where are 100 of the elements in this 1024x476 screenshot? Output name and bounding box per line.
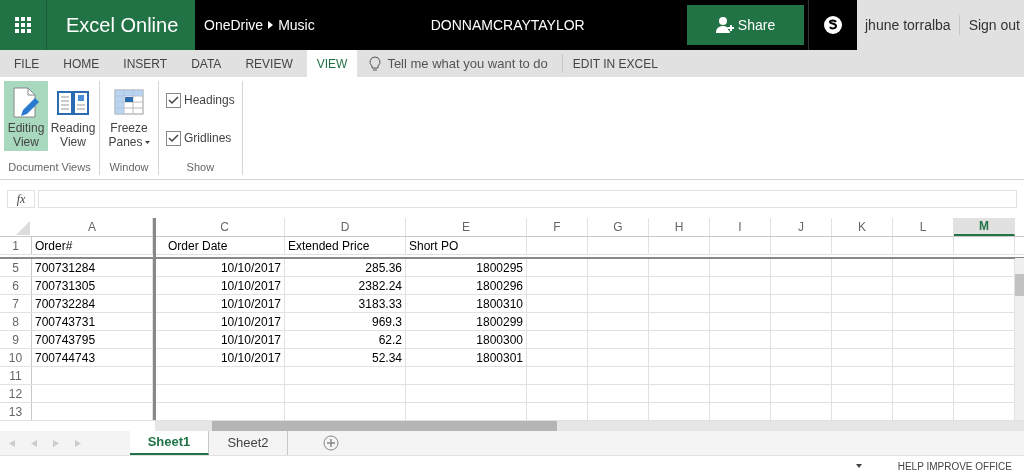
table-cell-text: 285.36 [365,259,402,277]
row-header[interactable]: 13 [0,403,32,420]
row-header[interactable]: 11 [0,367,32,384]
skype-icon [823,15,843,35]
table-cell-text: 1800301 [476,349,523,367]
file-title: DONNAMCRAYTAYLOR [430,15,585,35]
breadcrumb-link[interactable]: Music [278,14,315,36]
table-cell-text: Order Date [168,237,228,255]
formula-input[interactable] [38,190,1017,208]
checkbox-option[interactable]: Headings [166,91,235,109]
table-cell-text: Extended Price [288,237,370,255]
sign-out-link[interactable]: Sign out [959,14,1020,36]
ribbon-button[interactable]: Reading View [51,81,95,151]
page-pencil-icon [11,86,41,120]
user-name[interactable]: jhune torralba [857,14,959,36]
row-header[interactable]: 1 [0,237,32,254]
breadcrumb-link[interactable]: OneDrive [204,14,264,36]
dropdown-caret-icon[interactable] [855,464,862,468]
table-cell-text: 10/10/2017 [220,331,281,349]
column-header[interactable]: E [406,218,527,236]
table-cell-text: 1800296 [476,277,523,295]
row-header[interactable]: 9 [0,331,32,348]
vertical-scrollbar-thumb[interactable] [1015,274,1024,296]
sheet-tab[interactable]: Sheet2 [209,431,288,455]
ribbon-tab[interactable]: DATA [181,50,232,77]
row-header[interactable]: 10 [0,349,32,366]
ribbon-tab[interactable]: REVIEW [235,50,303,77]
table-cell-text: 1800300 [476,331,523,349]
freeze-pane-divider[interactable] [153,218,156,420]
dropdown-caret-icon [144,141,150,145]
column-header[interactable]: J [771,218,832,236]
table-cell-text: 700744743 [35,349,96,367]
column-header[interactable]: G [588,218,649,236]
group-label: Window [108,159,150,175]
sheet-nav-icon[interactable] [31,439,37,447]
checkbox[interactable] [166,92,181,108]
lightbulb-icon [369,55,382,72]
checkmark-icon [168,95,179,105]
row-header[interactable]: 12 [0,385,32,402]
app-launcher[interactable] [0,0,46,50]
add-person-icon [715,17,734,33]
share-button[interactable]: Share [687,5,804,45]
ribbon-tab[interactable]: INSERT [113,50,178,77]
table-cell-text: 10/10/2017 [220,277,281,295]
table-cell-text: Short PO [409,237,459,255]
open-book-icon [56,88,90,118]
table-cell-text: 10/10/2017 [220,295,281,313]
sheet-nav-icon[interactable] [75,439,81,447]
table-cell-text: 700731305 [35,277,96,295]
waffle-icon [15,17,31,33]
ribbon-button[interactable]: Editing View [4,81,48,151]
table-cell-text: 2382.24 [358,277,402,295]
checkmark-icon [168,133,179,143]
checkbox-option[interactable]: Gridlines [166,129,235,147]
function-label: fx [16,191,26,208]
table-cell-text: 700731284 [35,259,96,277]
table-cell-text: 62.2 [378,331,402,349]
column-header[interactable]: D [285,218,406,236]
group-label: Document Views [7,159,92,175]
help-improve-link[interactable]: HELP IMPROVE OFFICE [897,458,1012,474]
tell-me-field[interactable]: Tell me what you want to do [369,54,563,73]
table-cell-text: 969.3 [371,313,402,331]
table-cell-text: 10/10/2017 [220,313,281,331]
table-cell-text: 52.34 [371,349,402,367]
table-cell-text: 10/10/2017 [220,259,281,277]
ribbon-tab[interactable]: HOME [53,50,110,77]
checkbox[interactable] [166,130,181,146]
frozen-grid-icon [114,89,144,117]
ribbon-tab[interactable]: VIEW [306,50,358,77]
sheet-nav-icon[interactable] [53,439,59,447]
table-cell-text: 1800295 [476,259,523,277]
table-cell-text: 700743731 [35,313,96,331]
table-cell-text: 3183.33 [358,295,402,313]
table-cell-text: Order# [35,237,73,255]
select-all-corner-icon[interactable] [16,221,30,235]
table-cell-text: 1800299 [476,313,523,331]
sheet-tab[interactable]: Sheet1 [130,431,209,455]
row-header[interactable]: 7 [0,295,32,312]
add-sheet-icon[interactable] [323,435,339,451]
group-label: Show [185,159,216,175]
row-header[interactable]: 6 [0,277,32,294]
column-header[interactable]: K [832,218,893,236]
row-header[interactable]: 5 [0,259,32,276]
caret-icon [268,21,274,29]
horizontal-scrollbar-thumb[interactable] [212,421,557,431]
column-header[interactable]: C [165,218,285,236]
edit-in-excel-button[interactable]: EDIT IN EXCEL [562,50,658,77]
table-cell-text: 10/10/2017 [220,349,281,367]
table-cell-text: 700732284 [35,295,96,313]
sheet-nav-icon[interactable] [9,439,15,447]
column-header[interactable]: M [954,218,1015,236]
column-header[interactable]: I [710,218,771,236]
column-header[interactable]: H [649,218,710,236]
table-cell-text: 1800310 [476,295,523,313]
table-cell-text: 700743795 [35,331,96,349]
row-header[interactable]: 8 [0,313,32,330]
column-header[interactable]: F [527,218,588,236]
app-name: Excel Online [66,13,179,38]
ribbon-button[interactable]: Freeze Panes [104,81,154,151]
ribbon-tab[interactable]: FILE [4,50,50,77]
